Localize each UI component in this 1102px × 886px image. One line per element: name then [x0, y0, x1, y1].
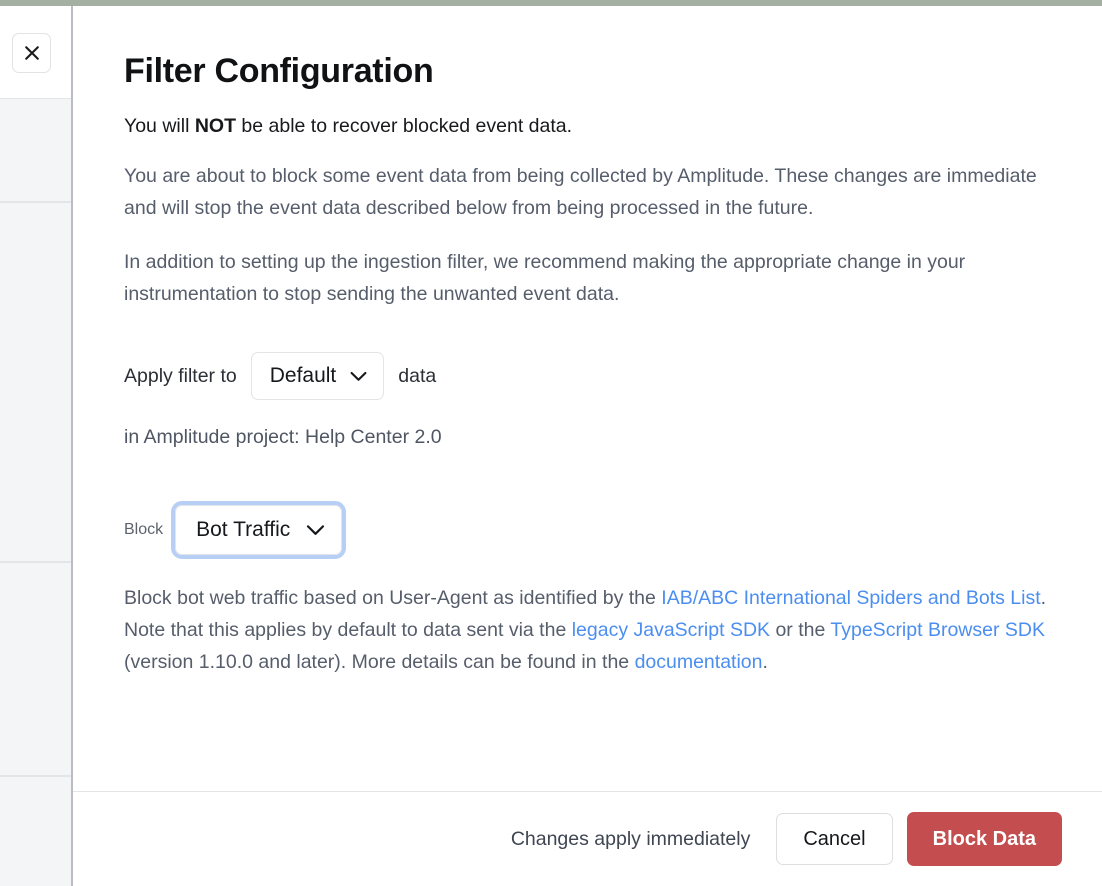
- desc-text-5: .: [762, 651, 767, 673]
- block-data-button[interactable]: Block Data: [907, 812, 1062, 866]
- desc-text-4: (version 1.10.0 and later). More details…: [124, 651, 635, 673]
- lead-emphasis: NOT: [195, 115, 236, 137]
- apply-filter-label: Apply filter to: [124, 365, 237, 388]
- description-paragraph-2: In addition to setting up the ingestion …: [124, 247, 1057, 311]
- close-button[interactable]: [12, 33, 51, 73]
- description-paragraph-1: You are about to block some event data f…: [124, 161, 1057, 225]
- background-section: gs.: [0, 562, 72, 776]
- typescript-browser-sdk-link[interactable]: TypeScript Browser SDK: [830, 619, 1045, 641]
- legacy-js-sdk-link[interactable]: legacy JavaScript SDK: [572, 619, 770, 641]
- apply-filter-row: Apply filter to Default data: [124, 352, 1057, 400]
- chevron-down-icon: [306, 524, 325, 536]
- lead-before: You will: [124, 115, 195, 137]
- background-section: tracking: [0, 202, 72, 562]
- apply-filter-suffix: data: [398, 365, 436, 388]
- page-title: Filter Configuration: [124, 52, 1057, 91]
- modal-footer: Changes apply immediately Cancel Block D…: [73, 791, 1102, 886]
- cancel-button[interactable]: Cancel: [776, 813, 892, 865]
- block-type-row: Block Bot Traffic: [124, 501, 1057, 559]
- apply-filter-scope-select[interactable]: Default: [251, 352, 385, 400]
- filter-configuration-modal: Filter Configuration You will NOT be abl…: [71, 6, 1102, 886]
- background-section: [0, 776, 72, 886]
- block-type-value: Bot Traffic: [196, 518, 290, 542]
- close-icon: [23, 44, 41, 62]
- apply-filter-scope-value: Default: [270, 364, 337, 388]
- lead-after: be able to recover blocked event data.: [236, 115, 572, 137]
- background-section: [0, 98, 72, 202]
- warning-lead-text: You will NOT be able to recover blocked …: [124, 113, 1057, 139]
- desc-text-1: Block bot web traffic based on User-Agen…: [124, 587, 661, 609]
- project-line: in Amplitude project: Help Center 2.0: [124, 426, 1057, 449]
- block-type-select[interactable]: Bot Traffic: [175, 505, 342, 555]
- block-label: Block: [124, 521, 163, 539]
- block-type-description: Block bot web traffic based on User-Agen…: [124, 583, 1057, 679]
- screen: tracking gs. Filter Configuration You wi…: [0, 0, 1102, 886]
- chevron-down-icon: [350, 371, 367, 382]
- iab-abc-list-link[interactable]: IAB/ABC International Spiders and Bots L…: [661, 587, 1040, 609]
- background-app-panel: tracking gs.: [0, 6, 72, 886]
- desc-text-3: or the: [770, 619, 830, 641]
- documentation-link[interactable]: documentation: [635, 651, 763, 673]
- modal-body: Filter Configuration You will NOT be abl…: [73, 6, 1102, 791]
- block-type-focus-ring: Bot Traffic: [171, 501, 346, 559]
- footer-note: Changes apply immediately: [511, 828, 751, 851]
